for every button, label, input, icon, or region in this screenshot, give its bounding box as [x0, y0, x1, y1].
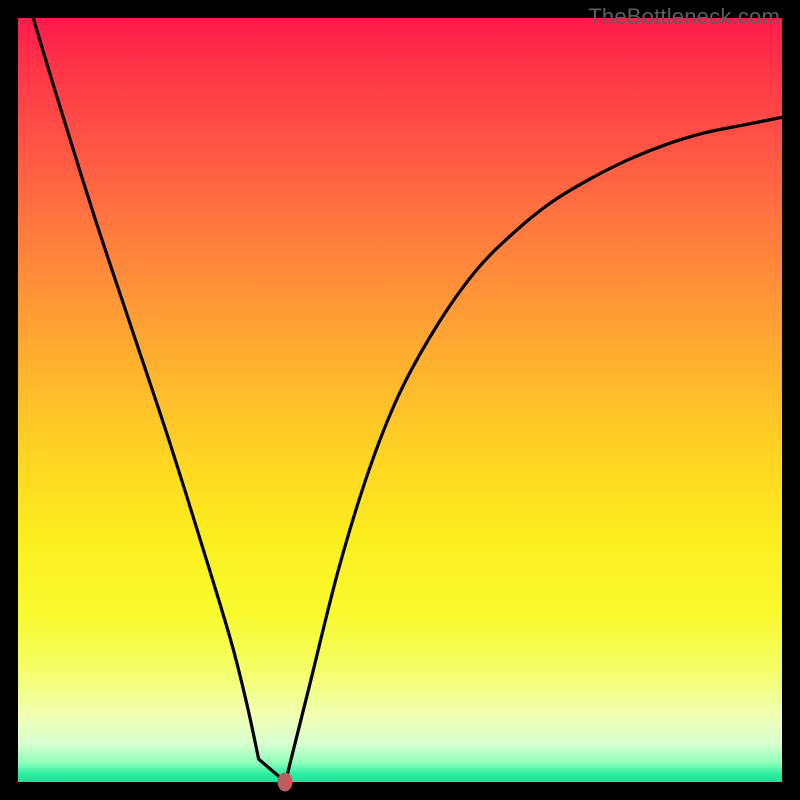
watermark-text: TheBottleneck.com [588, 4, 780, 30]
minimum-marker [278, 773, 293, 792]
curve-svg [18, 18, 782, 782]
chart-frame: TheBottleneck.com [0, 0, 800, 800]
bottleneck-curve [33, 18, 782, 782]
plot-area [18, 18, 782, 782]
